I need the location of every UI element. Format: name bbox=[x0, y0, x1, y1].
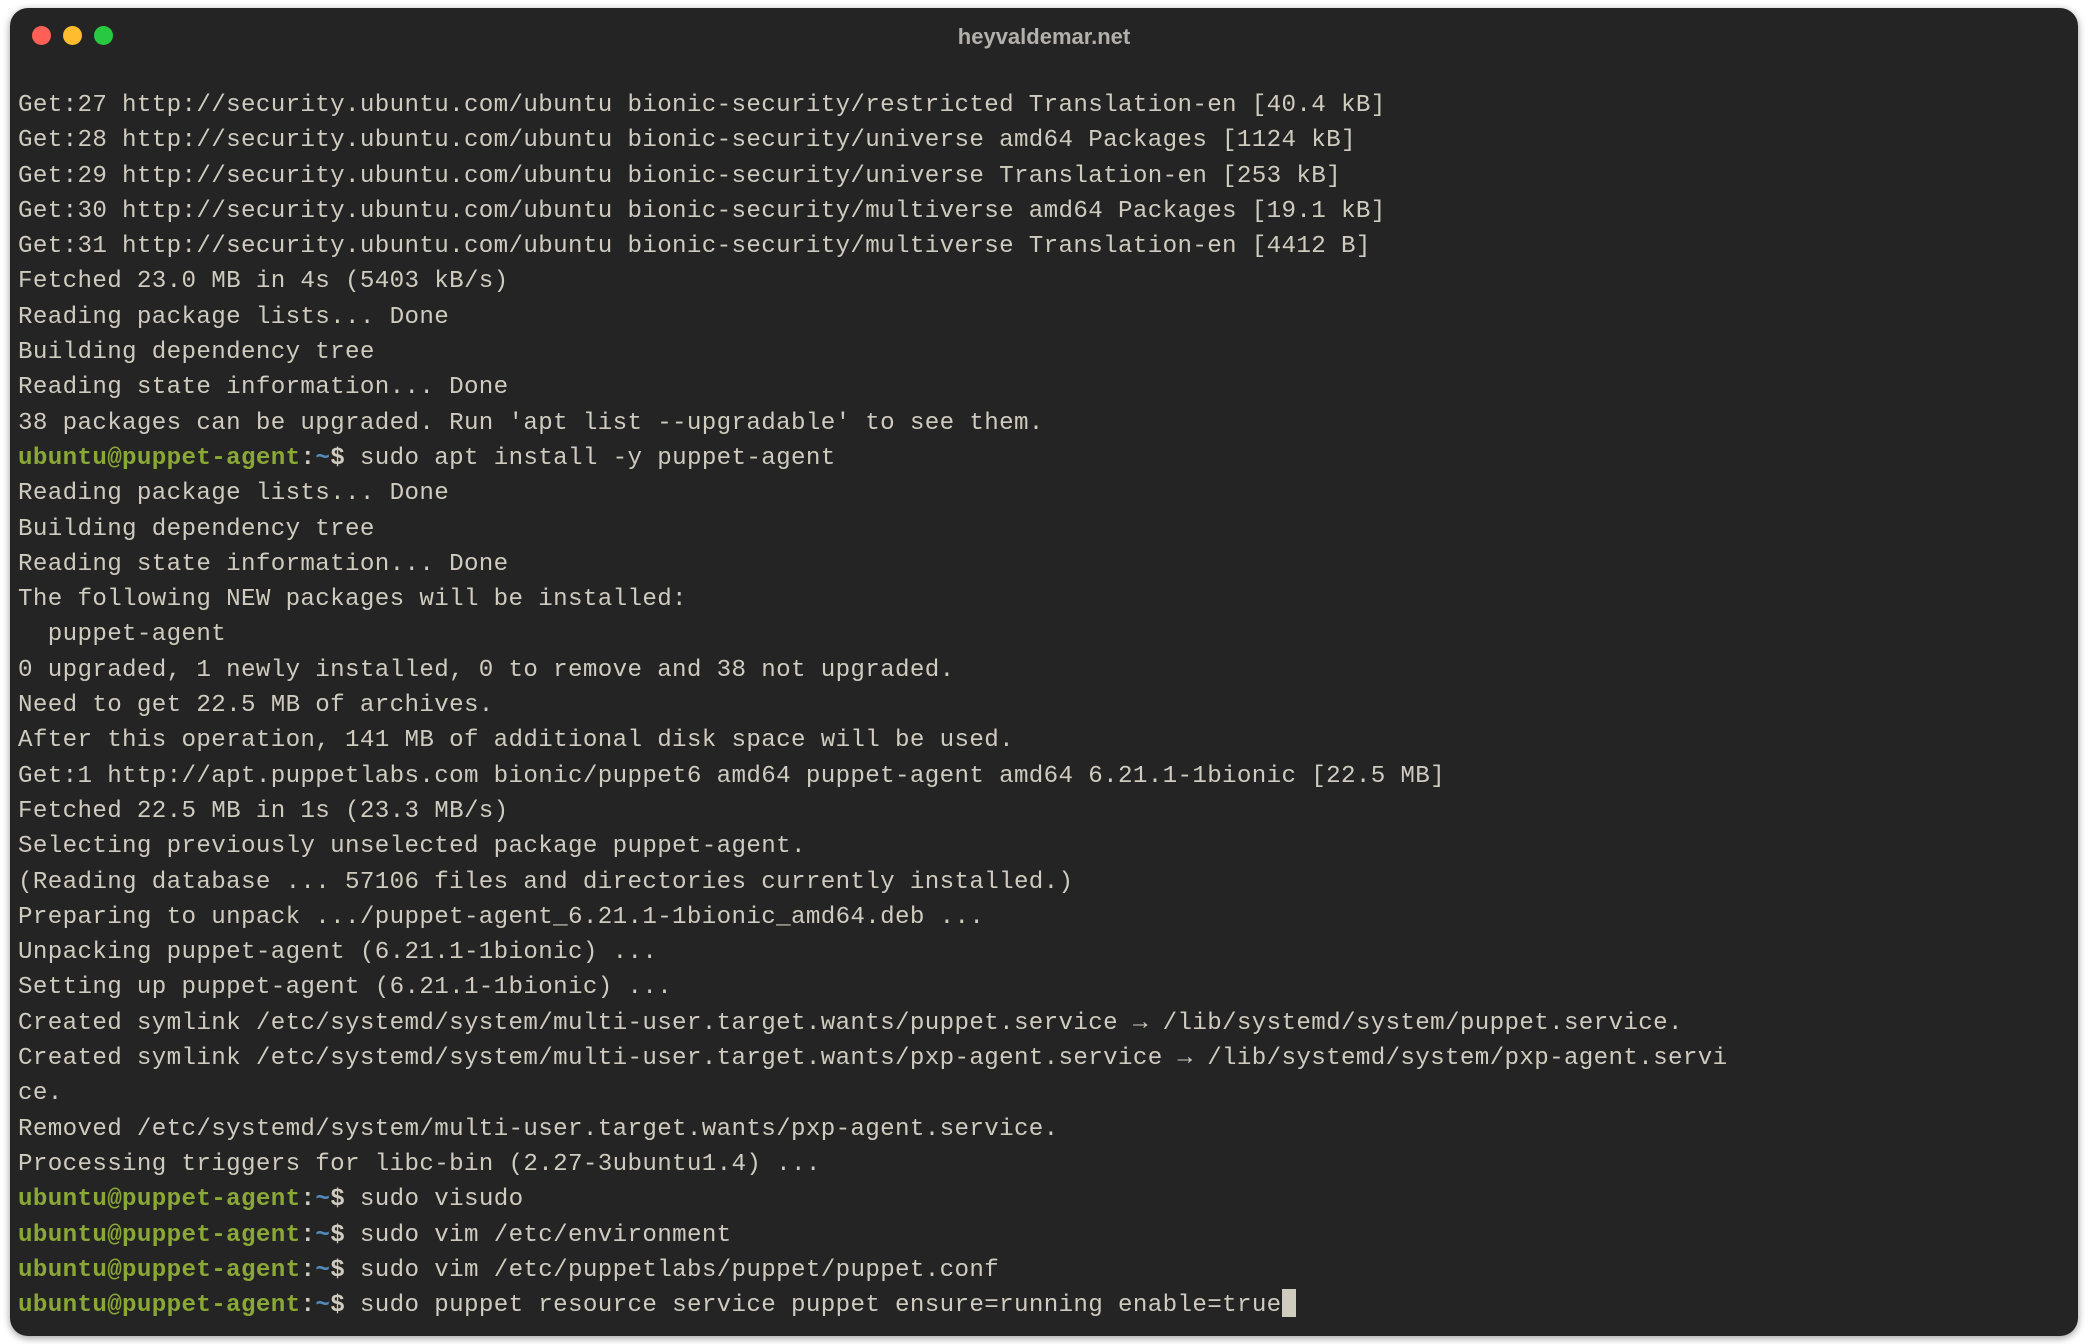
prompt-sep: : bbox=[300, 1186, 315, 1213]
prompt-path: ~ bbox=[315, 1222, 330, 1249]
output-line: Reading state information... Done bbox=[18, 547, 2070, 582]
prompt-dollar: $ bbox=[330, 1292, 360, 1319]
prompt-path: ~ bbox=[315, 1292, 330, 1319]
output-line: The following NEW packages will be insta… bbox=[18, 582, 2070, 617]
prompt-user: ubuntu@puppet-agent bbox=[18, 1186, 300, 1213]
terminal-content[interactable]: Get:27 http://security.ubuntu.com/ubuntu… bbox=[10, 64, 2078, 1331]
output-line: Fetched 23.0 MB in 4s (5403 kB/s) bbox=[18, 264, 2070, 299]
prompt-line: ubuntu@puppet-agent:~$ sudo vim /etc/env… bbox=[18, 1218, 2070, 1253]
output-line: Selecting previously unselected package … bbox=[18, 829, 2070, 864]
terminal-window: heyvaldemar.net Get:27 http://security.u… bbox=[10, 8, 2078, 1336]
output-line: Get:29 http://security.ubuntu.com/ubuntu… bbox=[18, 159, 2070, 194]
titlebar: heyvaldemar.net bbox=[10, 8, 2078, 64]
prompt-user: ubuntu@puppet-agent bbox=[18, 1222, 300, 1249]
prompt-user: ubuntu@puppet-agent bbox=[18, 1292, 300, 1319]
output-line: Get:28 http://security.ubuntu.com/ubuntu… bbox=[18, 123, 2070, 158]
prompt-path: ~ bbox=[315, 1257, 330, 1284]
command-text: sudo vim /etc/environment bbox=[360, 1222, 732, 1249]
output-line: Building dependency tree bbox=[18, 335, 2070, 370]
output-line: Reading package lists... Done bbox=[18, 300, 2070, 335]
output-line: Fetched 22.5 MB in 1s (23.3 MB/s) bbox=[18, 794, 2070, 829]
prompt-line: ubuntu@puppet-agent:~$ sudo vim /etc/pup… bbox=[18, 1253, 2070, 1288]
output-line: Get:27 http://security.ubuntu.com/ubuntu… bbox=[18, 88, 2070, 123]
prompt-dollar: $ bbox=[330, 1257, 360, 1284]
prompt-sep: : bbox=[300, 1292, 315, 1319]
output-line: Need to get 22.5 MB of archives. bbox=[18, 688, 2070, 723]
output-line: After this operation, 141 MB of addition… bbox=[18, 723, 2070, 758]
output-line: Reading state information... Done bbox=[18, 370, 2070, 405]
output-line: Created symlink /etc/systemd/system/mult… bbox=[18, 1041, 2070, 1076]
output-line: Removed /etc/systemd/system/multi-user.t… bbox=[18, 1112, 2070, 1147]
output-line: Created symlink /etc/systemd/system/mult… bbox=[18, 1006, 2070, 1041]
output-line: Get:31 http://security.ubuntu.com/ubuntu… bbox=[18, 229, 2070, 264]
prompt-user: ubuntu@puppet-agent bbox=[18, 445, 300, 472]
output-line: 0 upgraded, 1 newly installed, 0 to remo… bbox=[18, 653, 2070, 688]
output-line: (Reading database ... 57106 files and di… bbox=[18, 865, 2070, 900]
prompt-line: ubuntu@puppet-agent:~$ sudo visudo bbox=[18, 1182, 2070, 1217]
prompt-sep: : bbox=[300, 1257, 315, 1284]
output-line: puppet-agent bbox=[18, 617, 2070, 652]
output-line: Get:30 http://security.ubuntu.com/ubuntu… bbox=[18, 194, 2070, 229]
output-line: Processing triggers for libc-bin (2.27-3… bbox=[18, 1147, 2070, 1182]
output-line: 38 packages can be upgraded. Run 'apt li… bbox=[18, 406, 2070, 441]
prompt-dollar: $ bbox=[330, 1186, 360, 1213]
prompt-path: ~ bbox=[315, 1186, 330, 1213]
command-text: sudo apt install -y puppet-agent bbox=[360, 445, 836, 472]
command-text: sudo visudo bbox=[360, 1186, 524, 1213]
output-line: ce. bbox=[18, 1076, 2070, 1111]
window-title: heyvaldemar.net bbox=[10, 24, 2078, 50]
output-line: Building dependency tree bbox=[18, 512, 2070, 547]
output-line: Preparing to unpack .../puppet-agent_6.2… bbox=[18, 900, 2070, 935]
command-text: sudo puppet resource service puppet ensu… bbox=[360, 1292, 1282, 1319]
cursor-icon bbox=[1282, 1289, 1296, 1317]
output-line: Setting up puppet-agent (6.21.1-1bionic)… bbox=[18, 970, 2070, 1005]
command-text: sudo vim /etc/puppetlabs/puppet/puppet.c… bbox=[360, 1257, 999, 1284]
prompt-sep: : bbox=[300, 445, 315, 472]
prompt-sep: : bbox=[300, 1222, 315, 1249]
prompt-user: ubuntu@puppet-agent bbox=[18, 1257, 300, 1284]
output-line: Reading package lists... Done bbox=[18, 476, 2070, 511]
prompt-path: ~ bbox=[315, 445, 330, 472]
output-line: Get:1 http://apt.puppetlabs.com bionic/p… bbox=[18, 759, 2070, 794]
prompt-dollar: $ bbox=[330, 445, 360, 472]
prompt-line: ubuntu@puppet-agent:~$ sudo apt install … bbox=[18, 441, 2070, 476]
prompt-dollar: $ bbox=[330, 1222, 360, 1249]
prompt-line: ubuntu@puppet-agent:~$ sudo puppet resou… bbox=[18, 1288, 2070, 1323]
output-line: Unpacking puppet-agent (6.21.1-1bionic) … bbox=[18, 935, 2070, 970]
